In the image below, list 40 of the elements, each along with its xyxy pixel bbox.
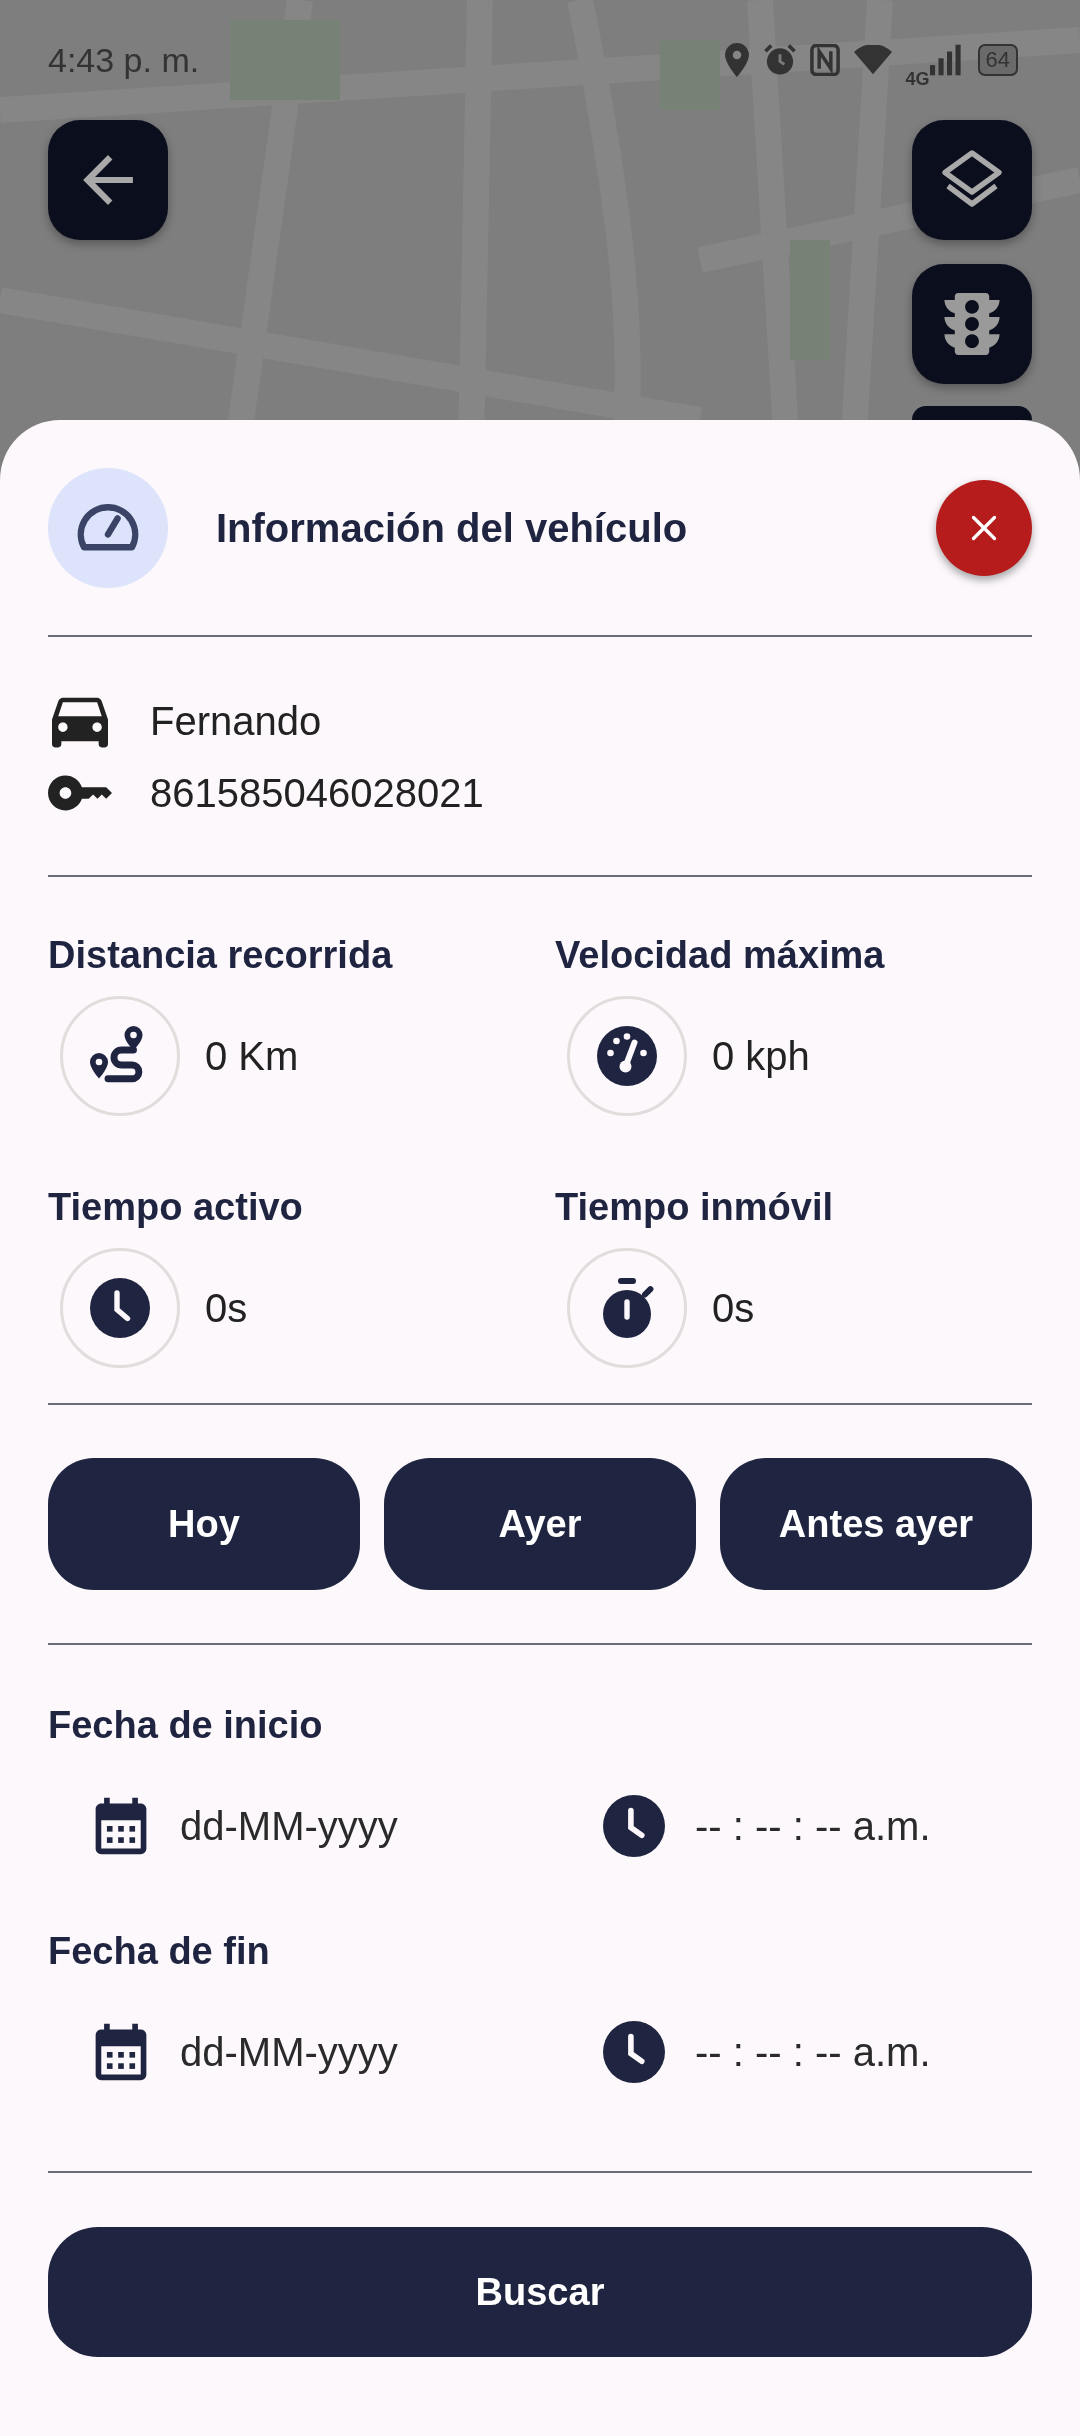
battery-indicator: 64: [977, 44, 1018, 76]
nfc-icon: [809, 44, 840, 76]
status-time: 4:43 p. m.: [48, 40, 200, 80]
map-button[interactable]: [912, 406, 1032, 420]
date-label: Fecha de inicio: [48, 1703, 324, 1748]
stat-label: Distancia recorrida: [48, 933, 394, 978]
date-range-button[interactable]: Hoy: [48, 1458, 360, 1590]
date-field[interactable]: dd-MM-yyyy: [180, 1803, 480, 1849]
close-icon: [969, 513, 999, 543]
stat-label: Velocidad máxima: [555, 933, 886, 978]
alarm-icon: [763, 43, 796, 77]
close-button[interactable]: [936, 480, 1032, 576]
network-type: 4G: [905, 68, 930, 90]
stat-value: 0s: [712, 1285, 755, 1331]
traffic-button[interactable]: [912, 264, 1032, 384]
signal-icon: [929, 44, 964, 76]
layers-button[interactable]: [912, 120, 1032, 240]
stat-label: Tiempo inmóvil: [555, 1185, 834, 1230]
stat-value: 0 Km: [205, 1033, 299, 1079]
traffic-light-icon: [941, 293, 1003, 355]
back-button[interactable]: [48, 120, 168, 240]
stat-value: 0s: [205, 1285, 248, 1331]
time-field[interactable]: -- : -- : -- a.m.: [695, 2029, 995, 2075]
layers-icon: [942, 150, 1002, 210]
date-range-button[interactable]: Antes ayer: [720, 1458, 1032, 1590]
time-field[interactable]: -- : -- : -- a.m.: [695, 1803, 995, 1849]
sheet-title: Información del vehículo: [216, 505, 689, 551]
clock-icon: [603, 1795, 665, 1857]
stat-value: 0 kph: [712, 1033, 810, 1079]
date-range-button[interactable]: Ayer: [384, 1458, 696, 1590]
date-label: Fecha de fin: [48, 1929, 271, 1974]
clock-icon: [603, 2021, 665, 2083]
key-icon: [48, 773, 112, 813]
date-field[interactable]: dd-MM-yyyy: [180, 2029, 480, 2075]
stat-label: Tiempo activo: [48, 1185, 304, 1230]
location-pin-icon: [723, 43, 750, 77]
search-button[interactable]: Buscar: [48, 2227, 1032, 2357]
vehicle-name: Fernando: [150, 698, 322, 744]
vehicle-imei: 861585046028021: [150, 770, 484, 816]
wifi-icon: [853, 45, 892, 75]
